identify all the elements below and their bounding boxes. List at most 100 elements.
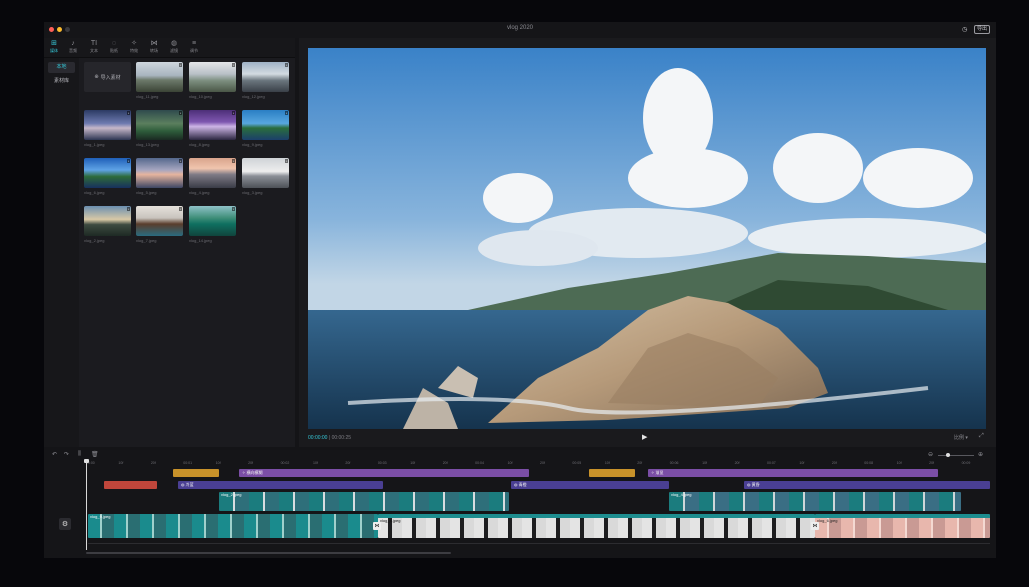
ratio-label: 比例 — [954, 435, 965, 441]
media-thumb[interactable]: • — [84, 206, 131, 236]
export-button[interactable]: 导出 — [974, 25, 991, 34]
tool-audio-label: 音频 — [69, 48, 77, 53]
media-thumb[interactable]: • — [136, 206, 183, 236]
cover-button[interactable]: ⚙ — [59, 518, 71, 530]
media-name: vlog_10.jpeg — [189, 94, 212, 99]
overlay-clip[interactable]: vlog_2.jpeg — [219, 492, 509, 511]
media-thumb[interactable]: • — [189, 206, 236, 236]
tool-effects-label: 特效 — [130, 48, 138, 53]
media-name: vlog_9.jpeg — [242, 142, 263, 147]
tool-transition-label: 转场 — [150, 48, 158, 53]
effect-clip[interactable]: ✧ 横向模糊 — [239, 469, 529, 477]
media-thumb[interactable]: • — [136, 158, 183, 188]
ruler-tick: 00:03 — [377, 461, 387, 465]
effect-clip[interactable] — [589, 469, 635, 477]
duration-badge: • — [231, 111, 235, 115]
tool-filter[interactable]: ◍ 滤镜 — [164, 40, 184, 56]
ruler-tick: 20f — [345, 461, 351, 465]
ruler-tick: 00:06 — [669, 461, 679, 465]
filter-clip[interactable]: ◍ 青橙 — [511, 481, 669, 489]
subnav-library[interactable]: 素材库 — [48, 76, 75, 87]
duration-badge: • — [178, 63, 182, 67]
zoom-slider-handle[interactable] — [946, 453, 950, 457]
media-name: vlog_12.jpeg — [242, 94, 265, 99]
audio-icon: ♪ — [71, 40, 75, 47]
main-clip[interactable]: vlog_8.jpeg — [378, 514, 815, 538]
subnav-local[interactable]: 本地 — [48, 62, 75, 73]
ruler-tick: 10f — [118, 461, 124, 465]
effects-icon: ✧ — [131, 40, 137, 47]
effect-clip[interactable]: ✧ 渐显 — [648, 469, 938, 477]
asset-toolbar: ⊞ 媒体 ♪ 音频 TI 文本 ◌ 贴纸 ✧ 特效 ⋈ 转场 ◍ 滤镜 ≡ 调节 — [44, 38, 295, 58]
import-media-button[interactable]: ⊕ 导入素材 — [84, 62, 131, 92]
clip-label: 横向模糊 — [246, 470, 263, 475]
play-button[interactable]: ▶ — [642, 433, 647, 441]
tool-audio[interactable]: ♪ 音频 — [63, 40, 83, 56]
media-name: vlog_7.jpeg — [136, 238, 157, 243]
aspect-ratio-dropdown[interactable]: 比例 ▾ — [954, 434, 968, 441]
media-thumb[interactable]: • — [242, 158, 289, 188]
tool-sticker-label: 贴纸 — [110, 48, 118, 53]
duration-badge: • — [231, 207, 235, 211]
redo-icon[interactable]: ↷ — [64, 451, 69, 458]
media-thumb[interactable]: • — [136, 62, 183, 92]
ruler-tick: 20f — [734, 461, 740, 465]
media-thumb[interactable]: • — [84, 110, 131, 140]
media-panel: ⊞ 媒体 ♪ 音频 TI 文本 ◌ 贴纸 ✧ 特效 ⋈ 转场 ◍ 滤镜 ≡ 调节… — [44, 38, 295, 447]
ruler-tick: 10f — [507, 461, 513, 465]
tool-text[interactable]: TI 文本 — [84, 40, 104, 56]
transition-marker[interactable]: ⋈ — [811, 522, 819, 530]
main-clip[interactable]: vlog_9.jpeg — [88, 514, 378, 538]
time-ruler[interactable]: 00:00 10f 20f 00:01 10f 20f 00:02 10f 20f 00:03 10… — [86, 460, 994, 468]
effect-clip[interactable] — [173, 469, 219, 477]
media-name: vlog_5.jpeg — [136, 190, 157, 195]
timeline-toolbar: ↶ ↷ ⫼ 🗑︎ ⊖ ⊕ — [44, 450, 996, 460]
tool-adjust[interactable]: ≡ 调节 — [184, 40, 204, 56]
overlay-clip[interactable]: vlog_4.jpeg — [669, 492, 961, 511]
transition-marker[interactable]: ⋈ — [373, 522, 381, 530]
clip-label: vlog_2.jpeg — [221, 492, 242, 497]
media-thumb[interactable]: • — [189, 158, 236, 188]
zoom-slider[interactable] — [938, 455, 974, 456]
undo-icon[interactable]: ↶ — [52, 451, 57, 458]
tool-effects[interactable]: ✧ 特效 — [124, 40, 144, 56]
playhead[interactable] — [84, 459, 89, 550]
export-label: 导出 — [974, 25, 991, 34]
sticker-clip[interactable] — [104, 481, 157, 489]
media-thumb[interactable]: • — [242, 62, 289, 92]
zoom-out-icon[interactable]: ⊖ — [928, 451, 933, 458]
history-icon[interactable]: ◷ — [962, 25, 967, 34]
preview-video[interactable] — [308, 48, 986, 429]
tool-transition[interactable]: ⋈ 转场 — [144, 40, 164, 56]
media-thumb[interactable]: • — [189, 110, 236, 140]
split-icon[interactable]: ⫼ — [78, 451, 81, 458]
duration-badge: • — [284, 159, 288, 163]
fullscreen-icon[interactable]: ⤢ — [979, 433, 984, 440]
duration-badge: • — [231, 63, 235, 67]
filter-clip[interactable]: ◍ 黄昏 — [744, 481, 990, 489]
media-thumb[interactable]: • — [189, 62, 236, 92]
duration-badge: • — [231, 159, 235, 163]
media-thumb[interactable]: • — [242, 110, 289, 140]
delete-icon[interactable]: 🗑︎ — [91, 451, 99, 458]
ruler-tick: 20f — [637, 461, 643, 465]
clip-label: vlog_8.jpeg — [380, 518, 401, 523]
ruler-tick: 00:09 — [961, 461, 971, 465]
clip-label: vlog_9.jpeg — [90, 514, 111, 519]
ruler-tick: 10f — [313, 461, 318, 465]
zoom-in-icon[interactable]: ⊕ — [978, 451, 983, 458]
ruler-tick: 20f — [442, 461, 448, 465]
ruler-tick: 00:01 — [183, 461, 193, 465]
main-clip[interactable]: vlog_6.jpeg — [815, 514, 990, 538]
media-thumb[interactable]: • — [84, 158, 131, 188]
tool-sticker[interactable]: ◌ 贴纸 — [104, 40, 124, 56]
tool-media[interactable]: ⊞ 媒体 — [44, 40, 64, 56]
duration-badge: • — [284, 111, 288, 115]
tool-text-label: 文本 — [90, 48, 98, 53]
filter-clip[interactable]: ◍ 冷蓝 — [178, 481, 383, 489]
horizontal-scrollbar[interactable] — [86, 552, 451, 554]
media-name: vlog_13.jpeg — [136, 142, 159, 147]
clip-label: vlog_4.jpeg — [671, 492, 692, 497]
clip-label: vlog_6.jpeg — [817, 518, 838, 523]
media-thumb[interactable]: • — [136, 110, 183, 140]
